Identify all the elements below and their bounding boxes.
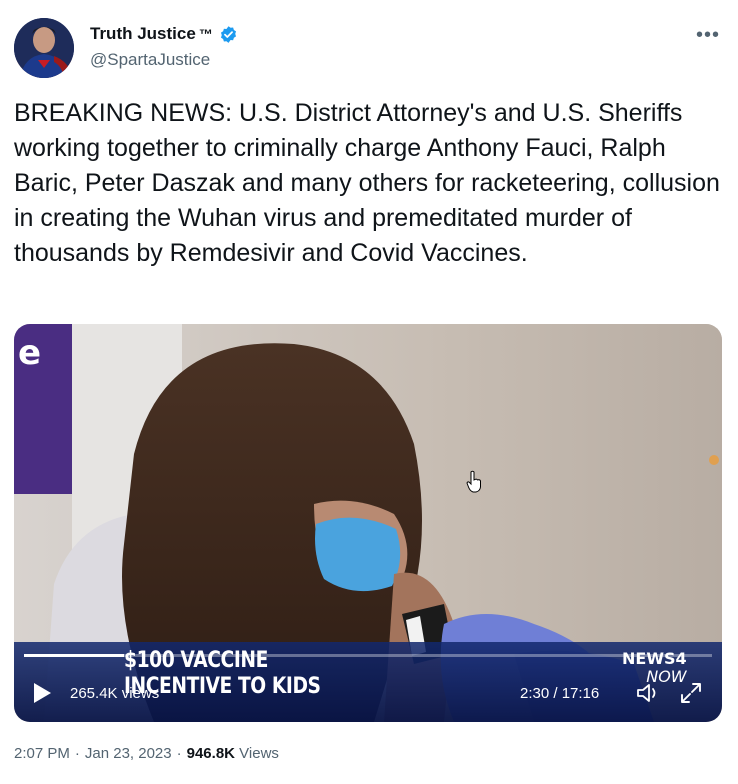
svg-text:e: e xyxy=(18,333,41,373)
tweet-meta: 2:07 PM · Jan 23, 2023 · 946.8K Views xyxy=(14,745,279,762)
avatar-image xyxy=(14,18,74,78)
volume-icon[interactable] xyxy=(636,682,660,704)
separator-dot: · xyxy=(176,745,182,762)
video-view-count: 265.4K views xyxy=(70,685,160,702)
trademark-symbol: ™ xyxy=(198,26,213,42)
display-name[interactable]: Truth Justice ™ xyxy=(90,24,213,44)
user-handle[interactable]: @SpartaJustice xyxy=(90,50,210,70)
more-dots-icon[interactable]: ••• xyxy=(696,24,720,47)
tweet-view-count: 946.8K xyxy=(186,745,235,762)
fullscreen-icon[interactable] xyxy=(680,682,702,704)
verified-badge-icon xyxy=(220,25,236,43)
tweet-date[interactable]: Jan 23, 2023 xyxy=(85,745,172,762)
channel-logo: NEWS4 NOW xyxy=(622,650,687,686)
tweet-time[interactable]: 2:07 PM xyxy=(14,745,70,762)
tweet-views-label: Views xyxy=(239,745,279,762)
video-progress-fill xyxy=(24,654,124,657)
separator-dot: · xyxy=(74,745,80,762)
video-timestamp: 2:30 / 17:16 xyxy=(520,685,600,702)
name-row: Truth Justice ™ xyxy=(90,24,238,44)
chyron-headline: $100 VACCINE xyxy=(124,648,268,673)
video-player[interactable]: e $100 VACCINE INCENTIVE TO KIDS NEWS4 N… xyxy=(14,324,722,722)
channel-logo-news: NEWS4 xyxy=(622,649,687,668)
tweet-text: BREAKING NEWS: U.S. District Attorney's … xyxy=(14,99,727,267)
hand-cursor-icon xyxy=(466,470,481,493)
tweet-header: Truth Justice ™ @SpartaJustice ••• xyxy=(14,18,724,78)
play-icon[interactable] xyxy=(32,682,52,704)
avatar[interactable] xyxy=(14,18,74,78)
